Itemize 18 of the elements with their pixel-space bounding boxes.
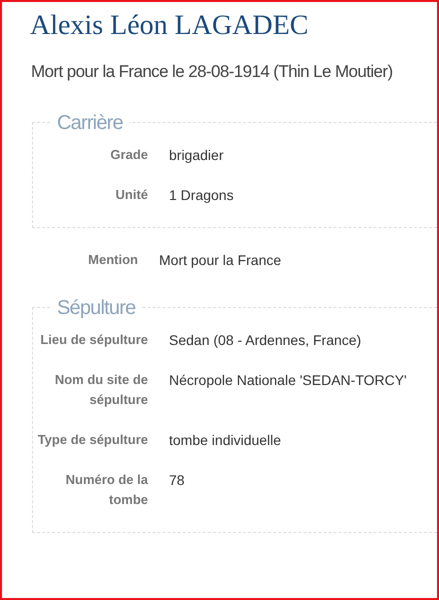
field-label: Mention <box>87 250 138 268</box>
section-title: Sépulture <box>56 296 136 320</box>
section-title: Carrière <box>56 110 124 134</box>
field-value: 78 <box>169 470 185 490</box>
field-label: Grade <box>109 146 148 164</box>
field-value: brigadier <box>169 146 224 164</box>
field-value: Nécropole Nationale 'SEDAN-TORCY' <box>169 370 407 390</box>
field-label: Nom du site de sépulture <box>54 370 148 409</box>
field-label: Unité <box>114 186 148 204</box>
field-label: Lieu de sépulture <box>39 330 148 349</box>
field-label: Numéro de la tombe <box>64 470 148 508</box>
field-value: tombe individuelle <box>169 430 282 450</box>
field-value: 1 Dragons <box>169 186 234 204</box>
field-value: Sedan (08 - Ardennes, France) <box>169 330 362 350</box>
field-value: Mort pour la France <box>159 250 282 270</box>
death-notice: Mort pour la France le 28-08-1914 (Thin Le Moutier) <box>31 61 394 83</box>
field-label: Type de sépulture <box>36 430 148 449</box>
person-name: Alexis Léon LAGADEC <box>30 10 310 42</box>
